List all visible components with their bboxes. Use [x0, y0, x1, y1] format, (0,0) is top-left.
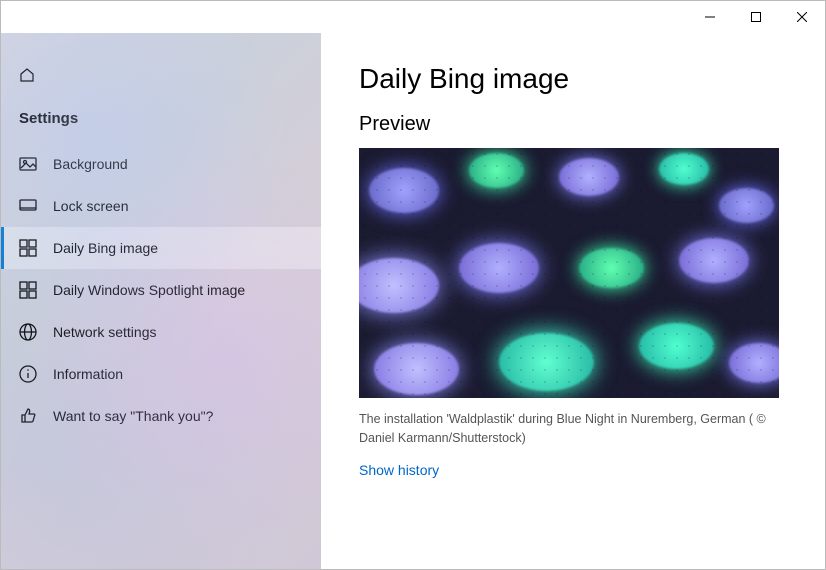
page-title: Daily Bing image [359, 63, 787, 95]
minimize-button[interactable] [687, 1, 733, 33]
show-history-link[interactable]: Show history [359, 462, 787, 478]
settings-header: Settings [1, 98, 321, 143]
monitor-icon [19, 197, 37, 215]
sidebar-item-daily-spotlight[interactable]: Daily Windows Spotlight image [1, 269, 321, 311]
spotlight-image-icon [19, 281, 37, 299]
home-icon [19, 67, 35, 83]
sidebar-item-label: Background [53, 156, 128, 172]
minimize-icon [705, 12, 715, 22]
sidebar: Settings Background Lock screen Daily Bi… [1, 33, 321, 569]
sidebar-item-lock-screen[interactable]: Lock screen [1, 185, 321, 227]
content-pane: Daily Bing image Preview The installatio… [321, 33, 825, 569]
close-button[interactable] [779, 1, 825, 33]
home-button[interactable] [1, 63, 321, 98]
globe-icon [19, 323, 37, 341]
sidebar-item-network[interactable]: Network settings [1, 311, 321, 353]
sidebar-item-label: Lock screen [53, 198, 128, 214]
sidebar-item-daily-bing[interactable]: Daily Bing image [1, 227, 321, 269]
app-window: Settings Background Lock screen Daily Bi… [0, 0, 826, 570]
close-icon [797, 12, 807, 22]
preview-heading: Preview [359, 113, 787, 136]
maximize-icon [751, 12, 761, 22]
thumbs-up-icon [19, 407, 37, 425]
picture-icon [19, 155, 37, 173]
sidebar-item-label: Information [53, 366, 123, 382]
sidebar-item-thank-you[interactable]: Want to say "Thank you"? [1, 395, 321, 437]
info-icon [19, 365, 37, 383]
maximize-button[interactable] [733, 1, 779, 33]
titlebar [1, 1, 825, 33]
body: Settings Background Lock screen Daily Bi… [1, 33, 825, 569]
sidebar-item-label: Network settings [53, 324, 156, 340]
preview-image [359, 148, 779, 398]
sidebar-item-information[interactable]: Information [1, 353, 321, 395]
sidebar-item-label: Daily Windows Spotlight image [53, 282, 245, 298]
bing-image-icon [19, 239, 37, 257]
image-caption: The installation 'Waldplastik' during Bl… [359, 410, 779, 448]
sidebar-item-label: Daily Bing image [53, 240, 158, 256]
sidebar-item-background[interactable]: Background [1, 143, 321, 185]
sidebar-item-label: Want to say "Thank you"? [53, 408, 213, 424]
